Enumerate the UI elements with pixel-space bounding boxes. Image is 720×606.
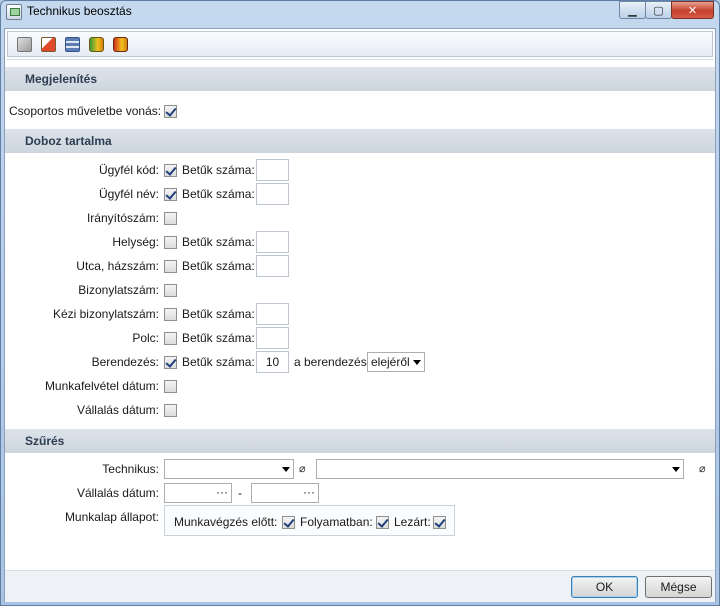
status-in-progress-label: Folyamatban:: [300, 515, 373, 529]
maximize-icon: ▢: [653, 4, 664, 17]
minimize-icon: ▁: [628, 4, 637, 17]
city-label: Helység:: [112, 235, 159, 249]
status-before-checkbox[interactable]: [282, 516, 295, 529]
chevron-down-icon: [282, 466, 290, 472]
shelf-checkbox[interactable]: [164, 332, 177, 345]
section-header-display: Megjelenítés: [5, 67, 715, 91]
date-from-ellipsis: ···: [216, 485, 228, 499]
device-checkbox[interactable]: [164, 356, 177, 369]
shelf-label: Polc:: [132, 331, 159, 345]
date-to-ellipsis: ···: [303, 485, 315, 499]
doc-no-label: Bizonylatszám:: [78, 283, 159, 297]
device-label: Berendezés:: [91, 355, 159, 369]
device-letters-input[interactable]: 10: [256, 351, 289, 373]
client-name-letters-label: Betűk száma:: [182, 187, 255, 201]
city-letters-label: Betűk száma:: [182, 235, 255, 249]
status-in-progress-checkbox[interactable]: [376, 516, 389, 529]
device-letters-label: Betűk száma:: [182, 355, 255, 369]
section-header-filter: Szűrés: [5, 429, 715, 453]
toolbar-divider: [7, 59, 713, 60]
chevron-down-icon: [413, 359, 421, 365]
toolbar: [7, 31, 713, 57]
street-letters-input[interactable]: [256, 255, 289, 277]
client-name-label: Ügyfél név:: [98, 187, 159, 201]
date-to-input[interactable]: ···: [251, 483, 319, 503]
device-suffix-label: a berendezés: [294, 355, 367, 369]
title-bar: Technikus beosztás ▁ ▢ ✕: [1, 1, 719, 23]
app-icon: [6, 4, 22, 20]
filter-accept-date-label: Vállalás dátum:: [76, 486, 159, 500]
client-name-checkbox[interactable]: [164, 188, 177, 201]
client-code-checkbox[interactable]: [164, 164, 177, 177]
street-checkbox[interactable]: [164, 260, 177, 273]
status-before-label: Munkavégzés előtt:: [174, 515, 278, 529]
technician-label: Technikus:: [102, 462, 159, 476]
cancel-button[interactable]: Mégse: [645, 576, 712, 598]
section-header-box: Doboz tartalma: [5, 129, 715, 153]
street-letters-label: Betűk száma:: [182, 259, 255, 273]
shelf-letters-label: Betűk száma:: [182, 331, 255, 345]
zip-label: Irányítószám:: [86, 211, 159, 225]
doc-no-checkbox[interactable]: [164, 284, 177, 297]
status-group: Munkavégzés előtt: Folyamatban: Lezárt:: [164, 505, 455, 536]
manual-doc-no-letters-label: Betűk száma:: [182, 307, 255, 321]
ok-button[interactable]: OK: [571, 576, 638, 598]
maximize-button[interactable]: ▢: [645, 1, 672, 19]
accept-date-label: Vállalás dátum:: [76, 403, 159, 417]
database-remove-icon[interactable]: [110, 34, 130, 54]
device-position-select[interactable]: elejéről: [367, 352, 425, 372]
manual-doc-no-checkbox[interactable]: [164, 308, 177, 321]
client-code-label: Ügyfél kód:: [98, 163, 159, 177]
device-position-value: elejéről: [371, 355, 410, 369]
city-letters-input[interactable]: [256, 231, 289, 253]
manual-doc-no-letters-input[interactable]: [256, 303, 289, 325]
group-action-checkbox[interactable]: [164, 105, 177, 118]
paperclip-icon[interactable]: ⌀: [699, 462, 706, 475]
minimize-button[interactable]: ▁: [619, 1, 646, 19]
group-action-label: Csoportos műveletbe vonás:: [9, 104, 162, 118]
copy-icon[interactable]: [14, 34, 34, 54]
status-closed-checkbox[interactable]: [433, 516, 446, 529]
window: Technikus beosztás ▁ ▢ ✕ Megjelenítés Cs…: [0, 0, 720, 606]
city-checkbox[interactable]: [164, 236, 177, 249]
dialog-footer: OK Mégse: [5, 570, 715, 602]
intake-date-label: Munkafelvétel dátum:: [44, 379, 159, 393]
chevron-down-icon: [672, 466, 680, 472]
close-icon: ✕: [687, 4, 698, 17]
intake-date-checkbox[interactable]: [164, 380, 177, 393]
status-closed-label: Lezárt:: [394, 515, 431, 529]
dialog-body: Megjelenítés Csoportos műveletbe vonás: …: [4, 28, 716, 602]
status-label: Munkalap állapot:: [64, 510, 159, 524]
zip-checkbox[interactable]: [164, 212, 177, 225]
manual-doc-no-label: Kézi bizonylatszám:: [52, 307, 159, 321]
accept-date-checkbox[interactable]: [164, 404, 177, 417]
close-button[interactable]: ✕: [671, 1, 714, 19]
database-add-icon[interactable]: [86, 34, 106, 54]
edit-icon[interactable]: [38, 34, 58, 54]
technician-name-select[interactable]: [316, 459, 684, 479]
client-code-letters-label: Betűk száma:: [182, 163, 255, 177]
date-range-separator: -: [238, 486, 242, 500]
paperclip-icon[interactable]: ⌀: [299, 462, 306, 475]
window-title: Technikus beosztás: [27, 4, 132, 18]
group-action-row: Csoportos műveletbe vonás:: [9, 101, 161, 121]
client-code-letters-input[interactable]: [256, 159, 289, 181]
client-name-letters-input[interactable]: [256, 183, 289, 205]
technician-select[interactable]: [164, 459, 294, 479]
calculator-icon[interactable]: [62, 34, 82, 54]
date-from-input[interactable]: ···: [164, 483, 232, 503]
shelf-letters-input[interactable]: [256, 327, 289, 349]
street-label: Utca, házszám:: [76, 259, 159, 273]
